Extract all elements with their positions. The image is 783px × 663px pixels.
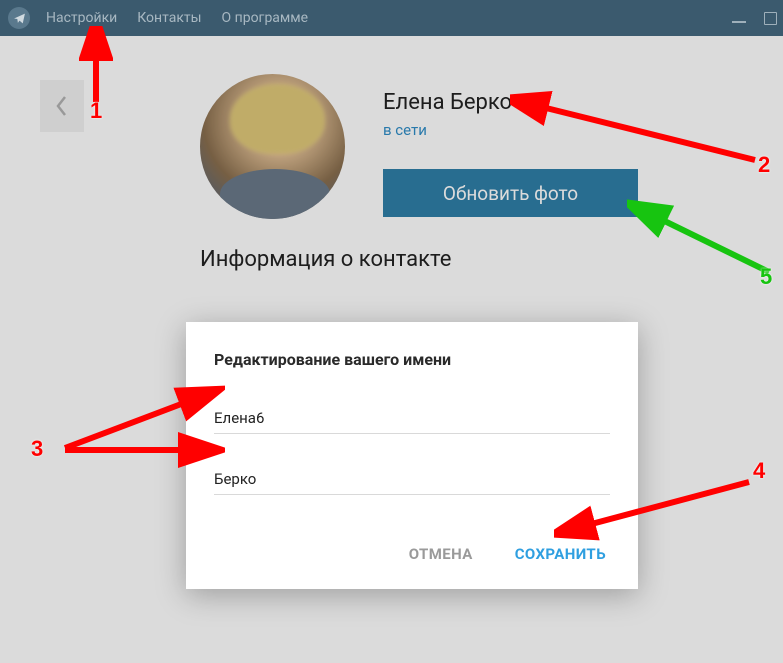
edit-name-modal: Редактирование вашего имени ОТМЕНА СОХРА… [186,322,638,589]
telegram-app-icon [8,7,30,29]
menu-about[interactable]: О программе [222,10,309,26]
annotation-label-1: 1 [90,98,102,124]
save-button[interactable]: СОХРАНИТЬ [511,537,610,571]
modal-title: Редактирование вашего имени [214,350,610,369]
minimize-icon[interactable] [732,13,746,23]
maximize-icon[interactable] [764,12,777,25]
titlebar: Настройки Контакты О программе [0,0,783,36]
cancel-button[interactable]: ОТМЕНА [405,537,477,571]
menu-settings[interactable]: Настройки [46,10,117,26]
menu-contacts[interactable]: Контакты [137,10,201,26]
annotation-label-5: 5 [760,264,772,290]
annotation-label-4: 4 [753,458,765,484]
content-area: Елена Берко в сети Обновить фото Информа… [0,36,783,663]
modal-actions: ОТМЕНА СОХРАНИТЬ [214,537,610,571]
annotation-label-2: 2 [758,152,770,178]
window-controls [732,0,777,36]
first-name-input[interactable] [214,403,610,434]
annotation-label-3: 3 [31,436,43,462]
last-name-input[interactable] [214,464,610,495]
